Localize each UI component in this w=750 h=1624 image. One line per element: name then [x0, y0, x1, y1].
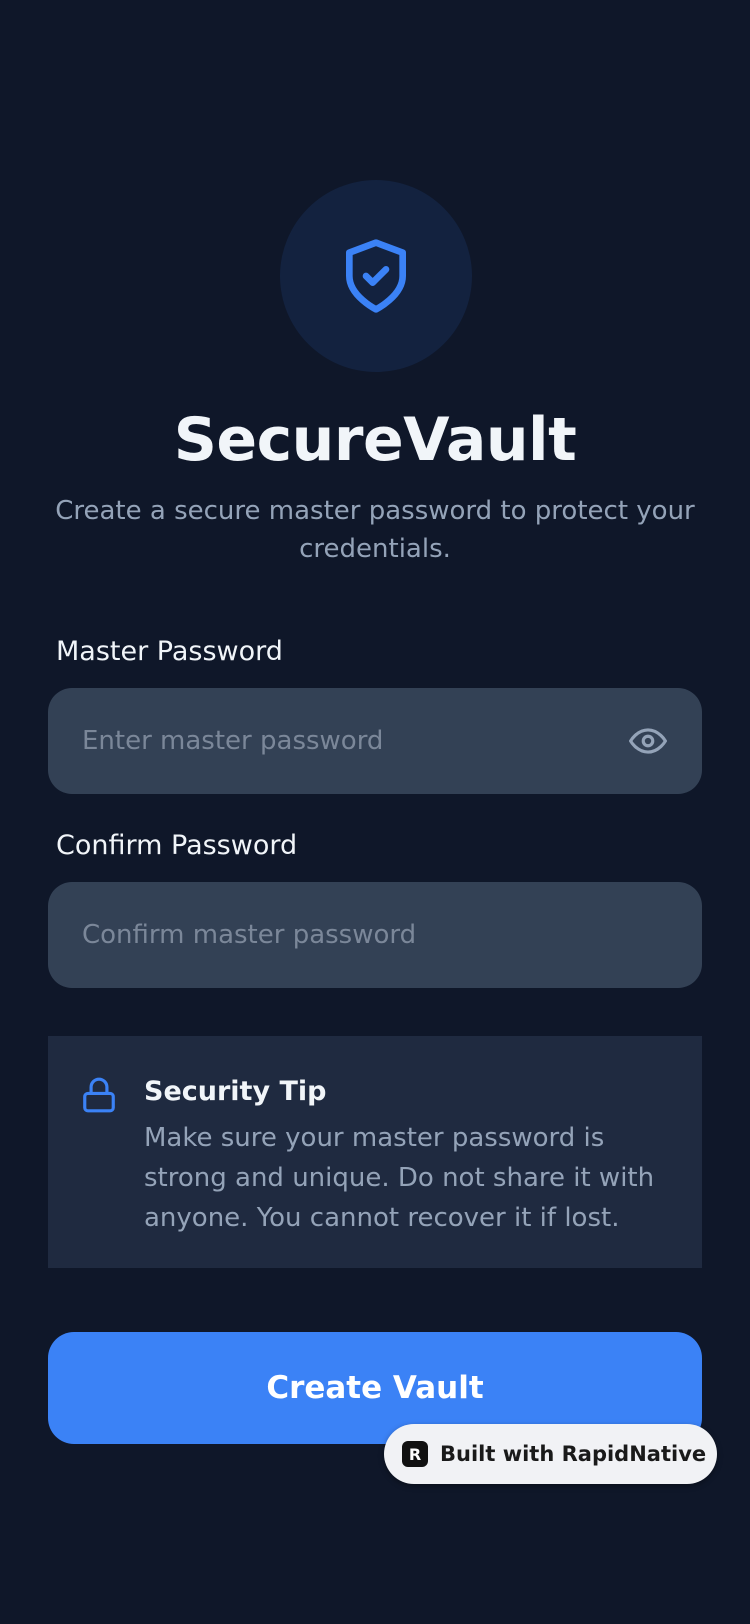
confirm-password-input[interactable]: [82, 920, 668, 950]
shield-check-icon: [346, 239, 406, 313]
toggle-visibility-button[interactable]: [626, 719, 670, 763]
security-tip-card: Security Tip Make sure your master passw…: [48, 1036, 702, 1268]
built-with-badge[interactable]: R Built with RapidNative: [384, 1424, 717, 1484]
master-password-input[interactable]: [82, 726, 626, 756]
security-tip-text: Make sure your master password is strong…: [144, 1123, 655, 1233]
lock-icon: [83, 1077, 115, 1113]
app-logo: [280, 180, 472, 372]
rapidnative-logo-icon: R: [402, 1441, 428, 1467]
confirm-password-label: Confirm Password: [56, 830, 298, 861]
badge-label: Built with RapidNative: [440, 1442, 707, 1466]
master-password-field[interactable]: [48, 688, 702, 794]
security-tip-title: Security Tip: [144, 1076, 327, 1107]
master-password-label: Master Password: [56, 636, 283, 667]
confirm-password-field[interactable]: [48, 882, 702, 988]
eye-icon: [629, 728, 667, 754]
app-title: SecureVault: [173, 405, 577, 475]
app-subtitle: Create a secure master password to prote…: [55, 496, 695, 564]
